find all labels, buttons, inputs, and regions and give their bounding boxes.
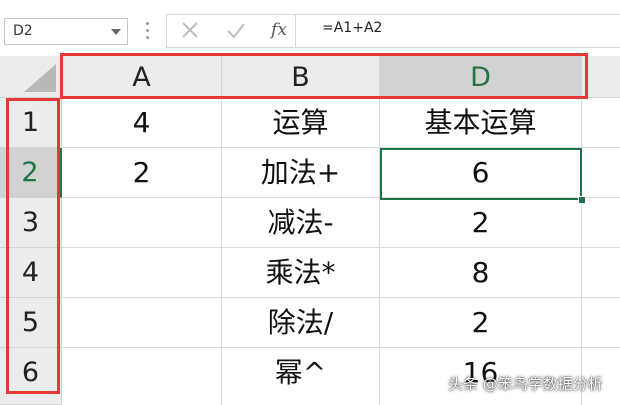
cell-empty[interactable] <box>582 248 620 298</box>
close-icon <box>182 22 198 38</box>
name-box[interactable]: D2 <box>4 18 128 45</box>
cell-empty[interactable] <box>582 98 620 148</box>
cell-b2[interactable]: 加法+ <box>222 148 380 198</box>
cell-empty[interactable] <box>582 198 620 248</box>
cell-a3[interactable] <box>62 198 222 248</box>
cell-d4[interactable]: 8 <box>380 248 582 298</box>
cell-a1[interactable]: 4 <box>62 98 222 148</box>
fill-handle[interactable] <box>578 196 586 204</box>
row-headers-highlight <box>6 98 60 394</box>
cell-a5[interactable] <box>62 298 222 348</box>
cell-a4[interactable] <box>62 248 222 298</box>
cell-b4[interactable]: 乘法* <box>222 248 380 298</box>
cell-b3[interactable]: 减法- <box>222 198 380 248</box>
formula-bar-grip-icon[interactable] <box>146 22 150 42</box>
enter-button[interactable] <box>224 18 248 42</box>
cell-d1[interactable]: 基本运算 <box>380 98 582 148</box>
active-cell-border <box>380 148 582 200</box>
cell-empty[interactable] <box>582 298 620 348</box>
cell-b1[interactable]: 运算 <box>222 98 380 148</box>
column-headers-highlight <box>60 53 588 99</box>
chevron-down-icon[interactable] <box>111 29 121 35</box>
name-box-value: D2 <box>13 23 33 39</box>
watermark: 头条 @笨鸟学数据分析 <box>448 375 603 393</box>
insert-function-button[interactable]: fx <box>266 17 292 43</box>
select-all-icon <box>24 64 56 92</box>
cell-b6[interactable]: 幂^ <box>222 348 380 405</box>
cell-empty[interactable] <box>582 148 620 198</box>
cell-d3[interactable]: 2 <box>380 198 582 248</box>
cell-b5[interactable]: 除法/ <box>222 298 380 348</box>
cell-a6[interactable] <box>62 348 222 405</box>
check-icon <box>227 23 245 39</box>
cell-a2[interactable]: 2 <box>62 148 222 198</box>
formula-text: =A1+A2 <box>322 20 383 36</box>
cell-d5[interactable]: 2 <box>380 298 582 348</box>
cancel-button[interactable] <box>178 18 202 42</box>
